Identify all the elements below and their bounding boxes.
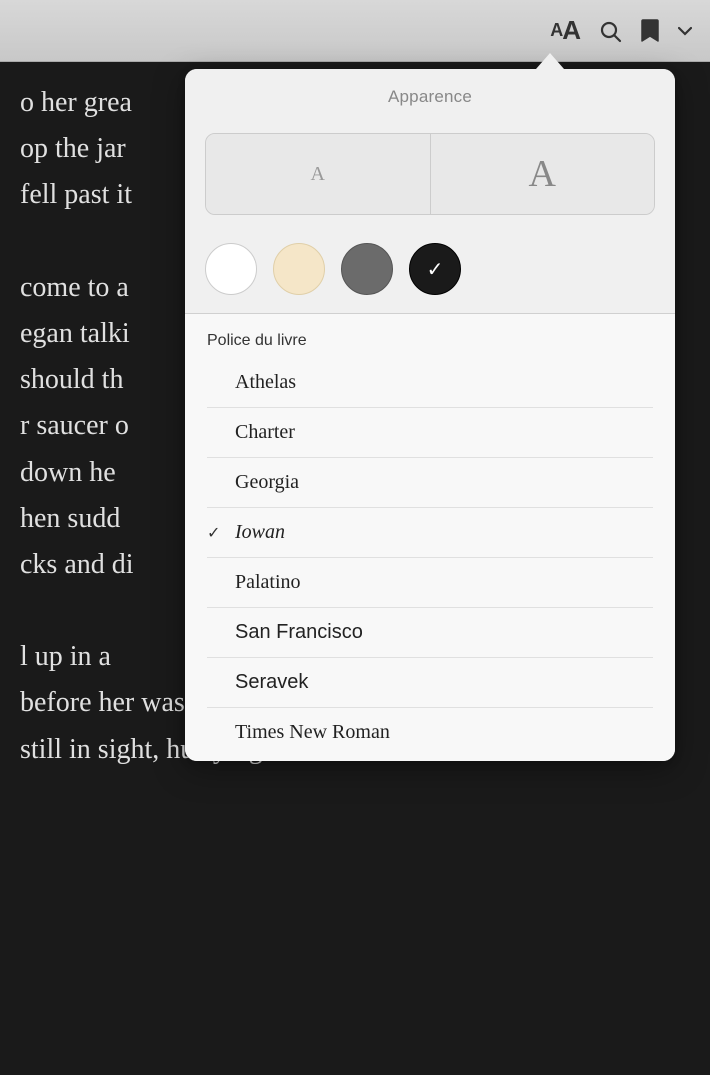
font-size-icon[interactable]: AA [550,15,580,46]
font-size-decrease-button[interactable]: A [206,134,431,214]
font-large-label: A [562,15,580,46]
popup-title: Apparence [185,69,675,121]
theme-white-button[interactable] [205,243,257,295]
chevron-down-icon[interactable] [678,26,692,36]
theme-selected-checkmark: ✓ [427,257,444,282]
palatino-label: Palatino [235,571,653,594]
theme-gray-button[interactable] [341,243,393,295]
popup-arrow [536,53,564,69]
font-small-label: A [550,20,562,41]
font-list-label: Police du livre [185,318,675,358]
san-francisco-label: San Francisco [235,621,653,644]
georgia-label: Georgia [235,471,653,494]
font-item-charter[interactable]: Charter [185,408,675,457]
charter-label: Charter [235,421,653,444]
font-item-iowan[interactable]: ✓ Iowan [185,508,675,557]
iowan-label: Iowan [235,521,653,544]
font-list-section: Police du livre Athelas Charter Georgia … [185,314,675,761]
theme-black-button[interactable]: ✓ [409,243,461,295]
theme-section: ✓ [185,229,675,313]
theme-sepia-button[interactable] [273,243,325,295]
search-icon[interactable] [598,19,622,43]
iowan-check: ✓ [207,523,235,543]
font-item-georgia[interactable]: Georgia [185,458,675,507]
seravek-label: Seravek [235,671,653,694]
font-size-large-a: A [529,152,556,196]
times-label: Times New Roman [235,721,653,744]
appearance-popup: Apparence A A ✓ Police du livre Athelas [185,69,675,761]
font-item-san-francisco[interactable]: San Francisco [185,608,675,657]
toolbar: AA [0,0,710,62]
font-item-athelas[interactable]: Athelas [185,358,675,407]
athelas-label: Athelas [235,371,653,394]
font-item-seravek[interactable]: Seravek [185,658,675,707]
font-size-controls: A A [205,133,655,215]
bookmark-icon[interactable] [640,18,660,44]
font-size-small-a: A [311,163,325,186]
font-size-section: A A [185,121,675,229]
font-size-increase-button[interactable]: A [431,134,655,214]
font-item-palatino[interactable]: Palatino [185,558,675,607]
font-item-times-new-roman[interactable]: Times New Roman [185,708,675,757]
